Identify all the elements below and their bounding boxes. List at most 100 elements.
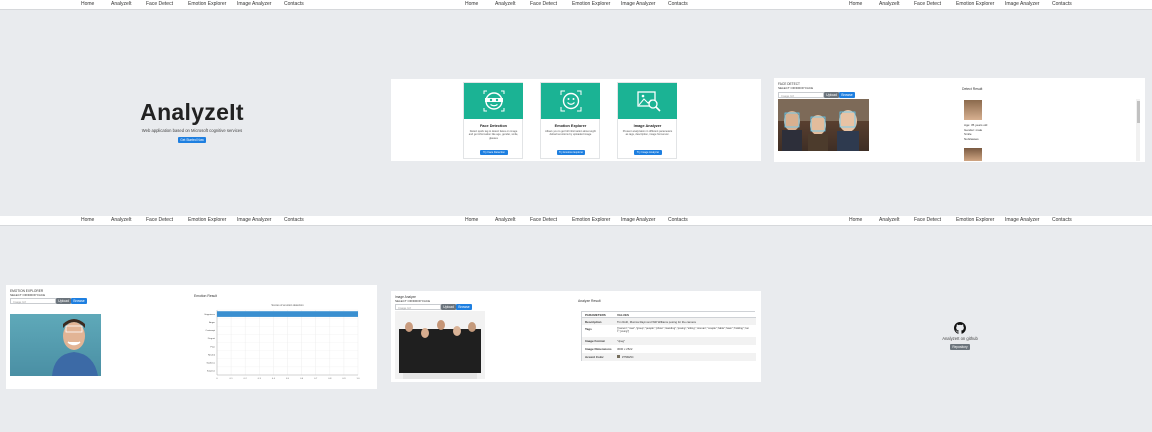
- nav-emotion-explorer[interactable]: Emotion Explorer: [572, 217, 610, 223]
- x-tick-label: 1.0: [356, 378, 360, 380]
- panel-face-detect: Home AnalyzeIt Face Detect Emotion Explo…: [768, 0, 1152, 216]
- nav-contacts[interactable]: Contacts: [284, 1, 304, 7]
- github-icon[interactable]: [954, 322, 966, 334]
- bar-happiness: [217, 311, 358, 317]
- nav-analyzeit[interactable]: AnalyzeIt: [111, 217, 132, 223]
- try-face-detection-button[interactable]: Try Face Detection: [480, 150, 508, 155]
- nav-emotion-explorer[interactable]: Emotion Explorer: [956, 217, 994, 223]
- x-tick-label: 0.3: [258, 378, 262, 380]
- nav-contacts[interactable]: Contacts: [668, 1, 688, 7]
- navbar: Home AnalyzeIt Face Detect Emotion Explo…: [0, 216, 384, 226]
- nav-home[interactable]: Home: [81, 217, 94, 223]
- smiley-icon: [559, 89, 583, 113]
- face-photo: [778, 99, 869, 151]
- row-label: Tags: [585, 326, 592, 331]
- feature-title: Face Detection: [479, 124, 507, 128]
- result-table: PARAMETERS VALUES Description Tim Roth, …: [581, 311, 756, 361]
- github-label: AnalyzeIt on github: [942, 336, 978, 341]
- x-tick-label: 0.8: [328, 378, 332, 380]
- upload-button[interactable]: Upload: [56, 298, 71, 304]
- nav-analyzeit[interactable]: AnalyzeIt: [111, 1, 132, 7]
- feature-banner: [541, 83, 600, 119]
- image-url-input[interactable]: Image Url: [10, 298, 56, 304]
- browse-button[interactable]: Browse: [456, 304, 472, 310]
- table-row: Accent Color #756E5C: [582, 353, 756, 361]
- navbar: Home AnalyzeIt Face Detect Emotion Explo…: [768, 0, 1152, 10]
- row-value: #756E5C: [622, 355, 634, 359]
- nav-analyzeit[interactable]: AnalyzeIt: [495, 1, 516, 7]
- table-row: Image Format "Jpeg": [582, 337, 756, 345]
- nav-home[interactable]: Home: [465, 217, 478, 223]
- nav-image-analyzer[interactable]: Image Analyzer: [1005, 1, 1039, 7]
- nav-face-detect[interactable]: Face Detect: [914, 1, 941, 7]
- nav-image-analyzer[interactable]: Image Analyzer: [237, 217, 271, 223]
- nav-image-analyzer[interactable]: Image Analyzer: [621, 1, 655, 7]
- panel-home: Home AnalyzeIt Face Detect Emotion Explo…: [0, 0, 384, 216]
- nav-emotion-explorer[interactable]: Emotion Explorer: [188, 217, 226, 223]
- nav-image-analyzer[interactable]: Image Analyzer: [1005, 217, 1039, 223]
- y-tick-label: Neutral: [208, 353, 216, 356]
- nav-image-analyzer[interactable]: Image Analyzer: [237, 1, 271, 7]
- nav-home[interactable]: Home: [849, 217, 862, 223]
- repository-button[interactable]: Repository: [950, 344, 970, 350]
- feature-desc: Detect quick tag to detect faces on imag…: [468, 130, 519, 140]
- nav-image-analyzer[interactable]: Image Analyzer: [621, 217, 655, 223]
- row-label: Description: [585, 319, 602, 324]
- y-tick-label: Disgust: [208, 337, 216, 340]
- try-image-analyzer-button[interactable]: Try Image Analyzer: [634, 150, 662, 155]
- row-label: Image Format: [585, 339, 605, 343]
- feature-title: Emotion Explorer: [554, 124, 587, 128]
- nav-contacts[interactable]: Contacts: [1052, 217, 1072, 223]
- get-started-button[interactable]: Get Started Now: [178, 137, 206, 143]
- row-value: Tim Roth, Monica Raymond Will Williams p…: [617, 319, 696, 324]
- face-thumbnail: [964, 148, 982, 161]
- navbar: Home AnalyzeIt Face Detect Emotion Explo…: [0, 0, 384, 10]
- nav-emotion-explorer[interactable]: Emotion Explorer: [572, 1, 610, 7]
- nav-emotion-explorer[interactable]: Emotion Explorer: [956, 1, 994, 7]
- image-search-icon: [636, 89, 662, 113]
- nav-face-detect[interactable]: Face Detect: [530, 1, 557, 7]
- browse-button[interactable]: Browse: [71, 298, 87, 304]
- nav-home[interactable]: Home: [465, 1, 478, 7]
- feature-desc: Present analyzation in different paramet…: [622, 130, 673, 137]
- hero-title: AnalyzeIt: [140, 99, 244, 125]
- emotion-card: EMOTION EXPLORER SELECT OR/DROP FACE Ima…: [6, 285, 377, 389]
- face-photo: [10, 314, 101, 376]
- attr-glasses: NoGlasses: [964, 136, 979, 141]
- nav-contacts[interactable]: Contacts: [668, 217, 688, 223]
- nav-face-detect[interactable]: Face Detect: [146, 217, 173, 223]
- feature-title: Image Analyzer: [633, 124, 662, 128]
- image-url-input[interactable]: Image Url: [778, 92, 824, 98]
- y-tick-label: Surprise: [207, 370, 216, 373]
- nav-face-detect[interactable]: Face Detect: [530, 217, 557, 223]
- browse-button[interactable]: Browse: [839, 92, 855, 98]
- row-value: 3000 x 2522: [617, 347, 633, 351]
- image-url-input[interactable]: Image Url: [395, 304, 441, 310]
- upload-button[interactable]: Upload: [824, 92, 839, 98]
- x-tick-label: 0: [216, 378, 218, 380]
- nav-face-detect[interactable]: Face Detect: [914, 217, 941, 223]
- nav-home[interactable]: Home: [849, 1, 862, 7]
- scrollbar[interactable]: [1136, 99, 1140, 161]
- nav-contacts[interactable]: Contacts: [1052, 1, 1072, 7]
- y-tick-label: Sadness: [206, 363, 215, 365]
- feature-banner: [464, 83, 523, 119]
- nav-contacts[interactable]: Contacts: [284, 217, 304, 223]
- upload-button[interactable]: Upload: [441, 304, 456, 310]
- nav-analyzeit[interactable]: AnalyzeIt: [879, 1, 900, 7]
- nav-analyzeit[interactable]: AnalyzeIt: [879, 217, 900, 223]
- x-tick-label: 0.2: [244, 378, 248, 380]
- try-emotion-explorer-button[interactable]: Try Emotion Explorer: [557, 150, 585, 155]
- x-tick-label: 0.5: [286, 378, 290, 380]
- nav-face-detect[interactable]: Face Detect: [146, 1, 173, 7]
- nav-analyzeit[interactable]: AnalyzeIt: [495, 217, 516, 223]
- nav-home[interactable]: Home: [81, 1, 94, 7]
- x-tick-label: 0.1: [230, 378, 234, 380]
- analyzer-card: Image Analyze SELECT OR/DROP FACE Image …: [391, 291, 761, 382]
- nav-emotion-explorer[interactable]: Emotion Explorer: [188, 1, 226, 7]
- scrollbar-thumb[interactable]: [1136, 101, 1140, 123]
- feature-card-face-detection: Face Detection Detect quick tag to detec…: [463, 82, 523, 159]
- table-row: Description Tim Roth, Monica Raymond Wil…: [582, 318, 756, 325]
- emotion-result-title: Emotion Result: [194, 294, 217, 298]
- panel-contacts: Home AnalyzeIt Face Detect Emotion Explo…: [768, 216, 1152, 432]
